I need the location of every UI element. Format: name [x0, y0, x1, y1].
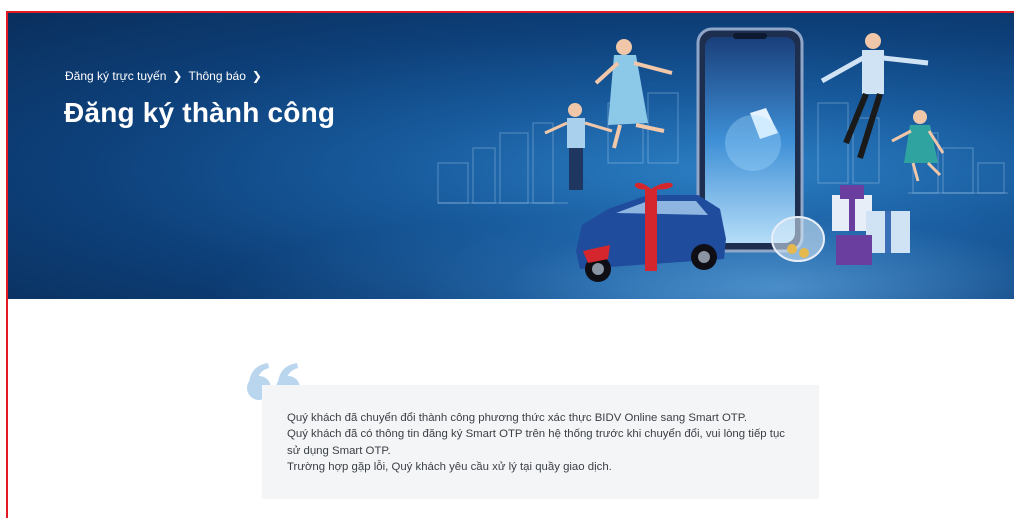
- page-frame: Đăng ký trực tuyến ❯ Thông báo ❯ Đăng ký…: [6, 11, 1014, 518]
- notice-box: Quý khách đã chuyển đổi thành công phươn…: [262, 385, 819, 499]
- hero-illustration: [437, 27, 1008, 282]
- girl-figure: [891, 110, 945, 182]
- breadcrumb-item-online-registration[interactable]: Đăng ký trực tuyến: [65, 69, 166, 83]
- breadcrumb: Đăng ký trực tuyến ❯ Thông báo ❯: [65, 69, 268, 83]
- main-content: Quý khách đã chuyển đổi thành công phươn…: [8, 299, 1014, 518]
- notice-text: Quý khách đã chuyển đổi thành công phươn…: [287, 410, 799, 476]
- page-title: Đăng ký thành công: [64, 97, 336, 128]
- breadcrumb-item-notification[interactable]: Thông báo: [188, 69, 245, 83]
- boy-figure: [544, 103, 613, 190]
- notice-line-existing-registration: Quý khách đã có thông tin đăng ký Smart …: [287, 428, 785, 457]
- chevron-right-icon: ❯: [172, 69, 183, 83]
- notice-line-error-support: Trường hợp gặp lỗi, Quý khách yêu cầu xử…: [287, 461, 612, 474]
- notice-line-conversion: Quý khách đã chuyển đổi thành công phươn…: [287, 412, 748, 424]
- hero-banner: Đăng ký trực tuyến ❯ Thông báo ❯ Đăng ký…: [8, 13, 1014, 299]
- chevron-right-icon: ❯: [251, 69, 262, 83]
